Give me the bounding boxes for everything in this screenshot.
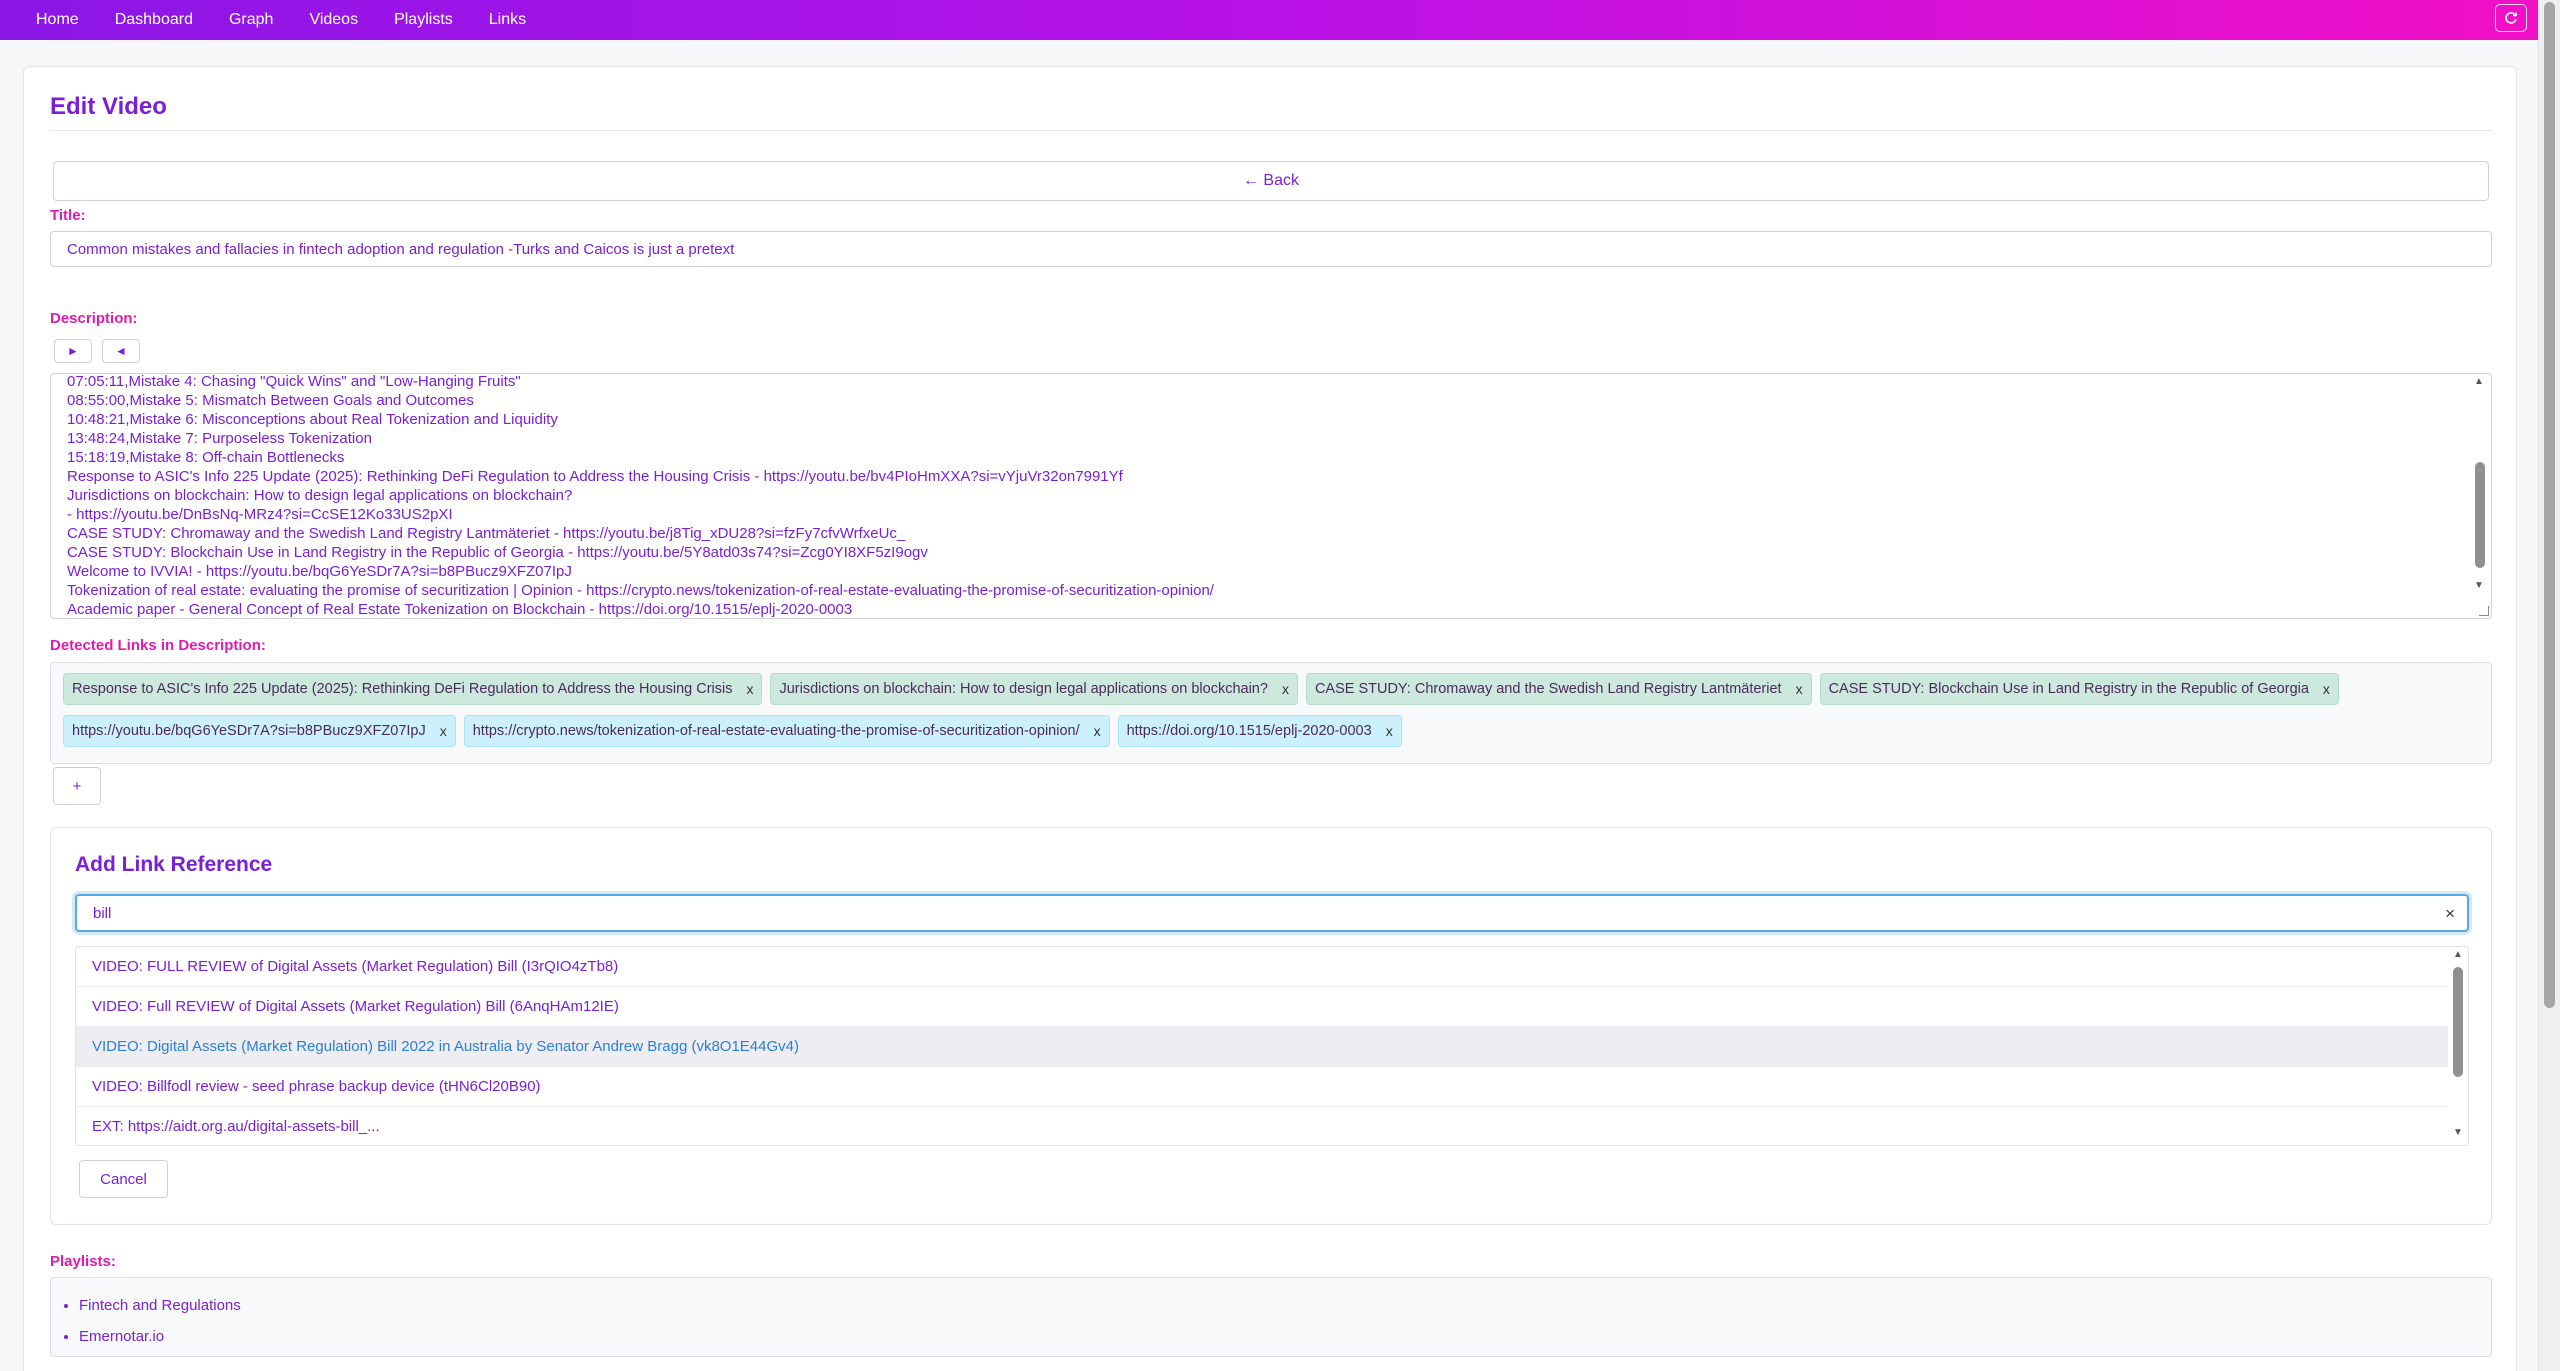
add-link-title: Add Link Reference xyxy=(75,853,273,876)
detected-link-label: https://crypto.news/tokenization-of-real… xyxy=(472,723,1080,739)
detected-link-label: CASE STUDY: Blockchain Use in Land Regis… xyxy=(1828,681,2309,697)
description-line: 15:18:19,Mistake 8: Off-chain Bottleneck… xyxy=(67,449,345,466)
search-result-item[interactable]: VIDEO: Digital Assets (Market Regulation… xyxy=(76,1027,2448,1067)
detected-links-list: Response to ASIC's Info 225 Update (2025… xyxy=(50,662,2492,764)
playlist-item[interactable]: Fintech and Regulations xyxy=(79,1290,2463,1321)
nav-graph[interactable]: Graph xyxy=(229,11,273,29)
nav-home[interactable]: Home xyxy=(36,11,79,29)
add-link-button[interactable]: + xyxy=(53,767,101,805)
playlist-item[interactable]: Emernotar.io xyxy=(79,1321,2463,1352)
playlists-list: Fintech and Regulations Emernotar.io xyxy=(50,1277,2492,1357)
playlists-label: Playlists: xyxy=(50,1253,116,1270)
nav-playlists[interactable]: Playlists xyxy=(394,11,453,29)
description-scrollbar[interactable]: ▲ ▼ xyxy=(2469,374,2491,618)
description-line: 08:55:00,Mistake 5: Mismatch Between Goa… xyxy=(67,392,474,409)
detected-link-label: Response to ASIC's Info 225 Update (2025… xyxy=(72,681,733,697)
detected-link-chip[interactable]: https://youtu.be/bqG6YeSDr7A?si=b8PBucz9… xyxy=(63,715,456,747)
detected-link-label: https://youtu.be/bqG6YeSDr7A?si=b8PBucz9… xyxy=(72,723,426,739)
expand-description-button[interactable]: ► xyxy=(54,339,92,363)
remove-link-icon[interactable]: x xyxy=(1386,723,1393,739)
collapse-description-button[interactable]: ◄ xyxy=(102,339,140,363)
description-line: Academic paper - General Concept of Real… xyxy=(67,601,853,618)
search-result-item[interactable]: VIDEO: FULL REVIEW of Digital Assets (Ma… xyxy=(76,947,2448,987)
remove-link-icon[interactable]: x xyxy=(1094,723,1101,739)
nav-dashboard[interactable]: Dashboard xyxy=(115,11,193,29)
search-result-item[interactable]: EXT: https://aidt.org.au/digital-assets-… xyxy=(76,1107,2448,1145)
description-line: Tokenization of real estate: evaluating … xyxy=(67,582,1214,599)
detected-link-chip[interactable]: Jurisdictions on blockchain: How to desi… xyxy=(770,673,1298,705)
page-scrollbar-thumb[interactable] xyxy=(2544,2,2555,1008)
back-button[interactable]: ← Back xyxy=(53,161,2489,201)
description-scrollbar-thumb[interactable] xyxy=(2475,462,2485,568)
detected-link-chip[interactable]: https://doi.org/10.1515/eplj-2020-0003 x xyxy=(1117,715,1402,747)
detected-link-label: Jurisdictions on blockchain: How to desi… xyxy=(779,681,1268,697)
edit-video-card: Edit Video ← Back Title: Common mistakes… xyxy=(23,66,2517,1371)
detected-link-label: CASE STUDY: Chromaway and the Swedish La… xyxy=(1314,681,1782,697)
title-label: Title: xyxy=(50,207,86,224)
detected-link-chip[interactable]: CASE STUDY: Blockchain Use in Land Regis… xyxy=(1819,673,2339,705)
description-line: - https://youtu.be/DnBsNq-MRz4?si=CcSE12… xyxy=(67,506,453,523)
description-line: 13:48:24,Mistake 7: Purposeless Tokeniza… xyxy=(67,430,372,447)
description-line: Jurisdictions on blockchain: How to desi… xyxy=(67,487,573,504)
refresh-icon xyxy=(2505,12,2517,24)
remove-link-icon[interactable]: x xyxy=(1282,681,1289,697)
link-search-input[interactable]: bill × xyxy=(75,894,2469,932)
page-title: Edit Video xyxy=(50,93,167,120)
resize-grip-icon[interactable] xyxy=(2479,606,2489,616)
scroll-up-arrow-icon[interactable]: ▲ xyxy=(2474,376,2484,387)
results-scrollbar[interactable]: ▲ ▼ xyxy=(2448,947,2468,1145)
nav-links[interactable]: Links xyxy=(489,11,526,29)
page-scrollbar[interactable] xyxy=(2538,0,2560,1371)
clear-search-icon[interactable]: × xyxy=(2445,904,2455,924)
refresh-button[interactable] xyxy=(2495,4,2527,32)
detected-link-chip[interactable]: Response to ASIC's Info 225 Update (2025… xyxy=(63,673,763,705)
detected-link-chip[interactable]: CASE STUDY: Chromaway and the Swedish La… xyxy=(1305,673,1812,705)
search-results-list: VIDEO: FULL REVIEW of Digital Assets (Ma… xyxy=(75,946,2469,1146)
detected-links-label: Detected Links in Description: xyxy=(50,637,266,654)
remove-link-icon[interactable]: x xyxy=(1796,681,1803,697)
search-result-item[interactable]: VIDEO: Full REVIEW of Digital Assets (Ma… xyxy=(76,987,2448,1027)
search-result-item[interactable]: VIDEO: Billfodl review - seed phrase bac… xyxy=(76,1067,2448,1107)
description-line: Response to ASIC's Info 225 Update (2025… xyxy=(67,468,1123,485)
detected-link-chip[interactable]: https://crypto.news/tokenization-of-real… xyxy=(463,715,1110,747)
detected-link-label: https://doi.org/10.1515/eplj-2020-0003 xyxy=(1126,723,1372,739)
description-line: CASE STUDY: Chromaway and the Swedish La… xyxy=(67,525,906,542)
add-link-panel: Add Link Reference bill × VIDEO: FULL RE… xyxy=(50,827,2492,1225)
remove-link-icon[interactable]: x xyxy=(746,681,753,697)
remove-link-icon[interactable]: x xyxy=(440,723,447,739)
description-line: 07:05:11,Mistake 4: Chasing "Quick Wins"… xyxy=(67,373,521,390)
scroll-down-arrow-icon[interactable]: ▼ xyxy=(2474,580,2484,591)
description-line: Welcome to IVVIA! - https://youtu.be/bqG… xyxy=(67,563,572,580)
description-textarea[interactable]: 07:05:11,Mistake 4: Chasing "Quick Wins"… xyxy=(50,373,2492,619)
link-search-value: bill xyxy=(93,904,112,922)
cancel-button[interactable]: Cancel xyxy=(79,1160,168,1198)
description-label: Description: xyxy=(50,310,138,327)
nav-videos[interactable]: Videos xyxy=(309,11,358,29)
description-line: CASE STUDY: Blockchain Use in Land Regis… xyxy=(67,544,928,561)
top-navigation: Home Dashboard Graph Videos Playlists Li… xyxy=(0,0,2538,40)
scroll-down-arrow-icon[interactable]: ▼ xyxy=(2453,1127,2463,1138)
title-input[interactable]: Common mistakes and fallacies in fintech… xyxy=(50,231,2492,267)
description-line: 10:48:21,Mistake 6: Misconceptions about… xyxy=(67,411,558,428)
results-scrollbar-thumb[interactable] xyxy=(2453,967,2463,1077)
title-divider xyxy=(50,130,2492,131)
description-text: 07:05:11,Mistake 4: Chasing "Quick Wins"… xyxy=(67,373,2461,618)
remove-link-icon[interactable]: x xyxy=(2323,681,2330,697)
scroll-up-arrow-icon[interactable]: ▲ xyxy=(2453,949,2463,960)
